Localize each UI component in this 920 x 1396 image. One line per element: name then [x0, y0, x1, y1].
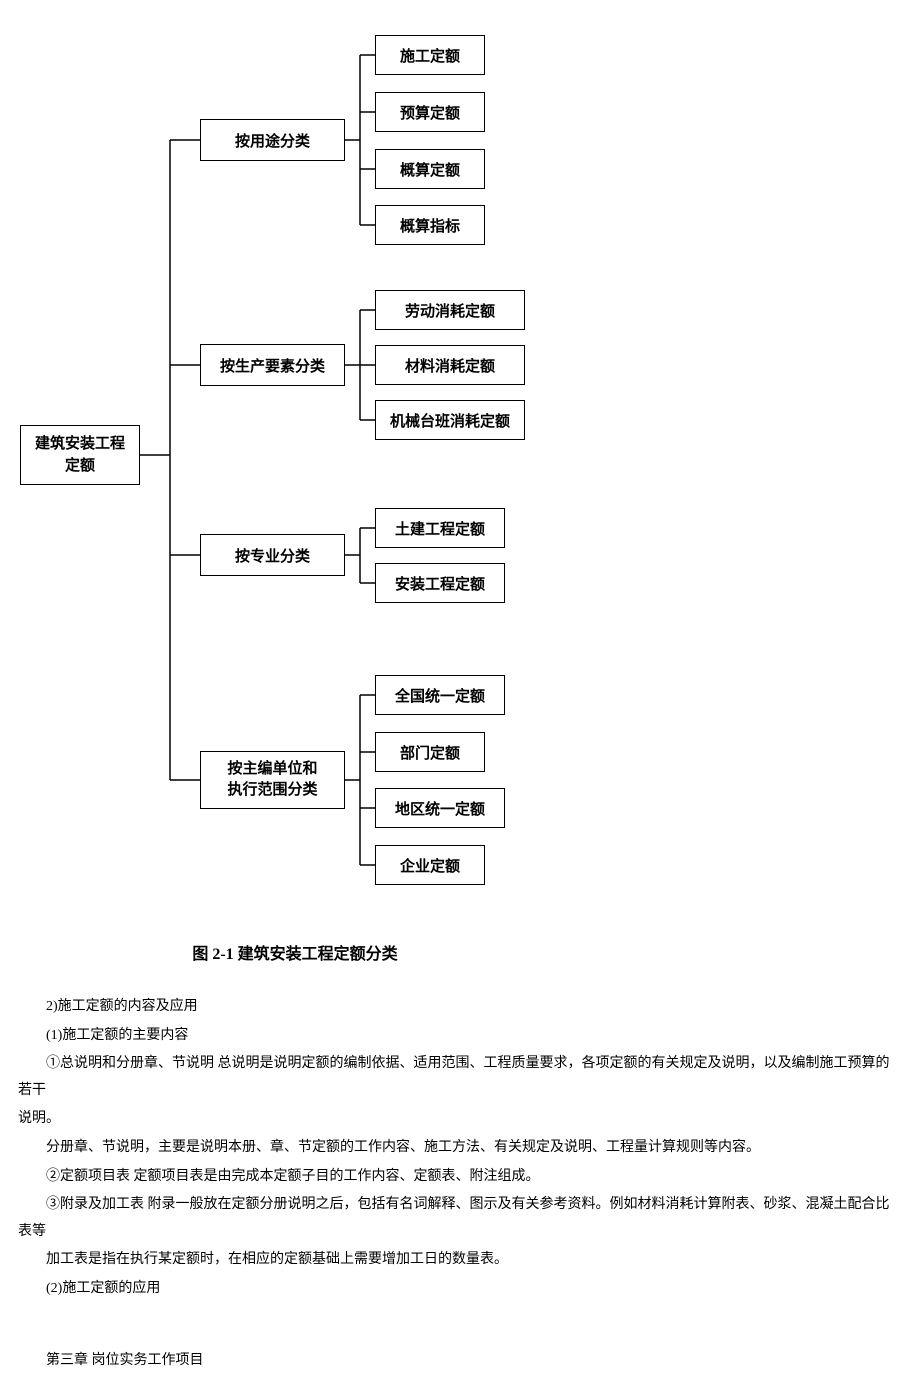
- paragraph: ①总说明和分册章、节说明 总说明是说明定额的编制依据、适用范围、工程质量要求，各…: [18, 1051, 902, 1104]
- paragraph: 说明。: [18, 1106, 902, 1133]
- leaf-node: 部门定额: [375, 732, 485, 772]
- body-text: 2)施工定额的内容及应用 (1)施工定额的主要内容 ①总说明和分册章、节说明 总…: [10, 994, 910, 1374]
- leaf-node: 地区统一定额: [375, 788, 505, 828]
- paragraph: (1)施工定额的主要内容: [18, 1023, 902, 1050]
- paragraph: 加工表是指在执行某定额时，在相应的定额基础上需要增加工日的数量表。: [18, 1247, 902, 1274]
- paragraph: (2)施工定额的应用: [18, 1276, 902, 1303]
- root-node: 建筑安装工程 定额: [20, 425, 140, 485]
- leaf-node: 劳动消耗定额: [375, 290, 525, 330]
- leaf-node: 预算定额: [375, 92, 485, 132]
- paragraph: 2)施工定额的内容及应用: [18, 994, 902, 1021]
- leaf-node: 安装工程定额: [375, 563, 505, 603]
- paragraph: 分册章、节说明，主要是说明本册、章、节定额的工作内容、施工方法、有关规定及说明、…: [18, 1135, 902, 1162]
- leaf-node: 土建工程定额: [375, 508, 505, 548]
- leaf-node: 概算定额: [375, 149, 485, 189]
- branch-node-specialty: 按专业分类: [200, 534, 345, 576]
- chapter-heading: 第三章 岗位实务工作项目: [18, 1348, 902, 1375]
- leaf-node: 材料消耗定额: [375, 345, 525, 385]
- leaf-node: 施工定额: [375, 35, 485, 75]
- paragraph: ③附录及加工表 附录一般放在定额分册说明之后，包括有名词解释、图示及有关参考资料…: [18, 1192, 902, 1245]
- tree-diagram: 建筑安装工程 定额 按用途分类 按生产要素分类 按专业分类 按主编单位和 执行范…: [10, 20, 910, 910]
- branch-node-usage: 按用途分类: [200, 119, 345, 161]
- figure-caption: 图 2-1 建筑安装工程定额分类: [145, 940, 445, 964]
- branch-node-production: 按生产要素分类: [200, 344, 345, 386]
- leaf-node: 概算指标: [375, 205, 485, 245]
- leaf-node: 企业定额: [375, 845, 485, 885]
- leaf-node: 机械台班消耗定额: [375, 400, 525, 440]
- branch-node-scope: 按主编单位和 执行范围分类: [200, 751, 345, 809]
- paragraph: ②定额项目表 定额项目表是由完成本定额子目的工作内容、定额表、附注组成。: [18, 1164, 902, 1191]
- leaf-node: 全国统一定额: [375, 675, 505, 715]
